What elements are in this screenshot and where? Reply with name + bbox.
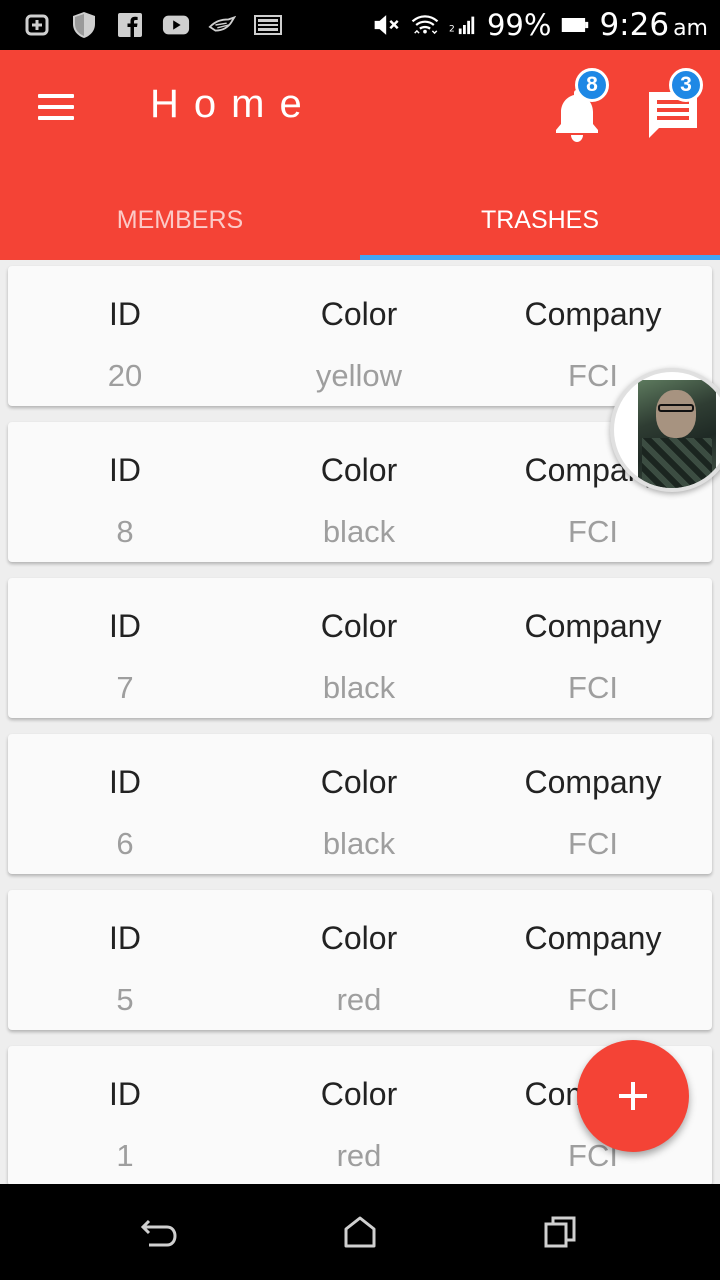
color-label: Color xyxy=(320,920,398,956)
back-button[interactable] xyxy=(131,1206,187,1258)
id-value: 8 xyxy=(116,514,134,549)
avatar-photo-body xyxy=(642,438,712,488)
clock-ampm: am xyxy=(673,16,708,41)
system-nav-bar xyxy=(0,1184,720,1280)
id-value: 1 xyxy=(116,1138,134,1173)
company-value: FCI xyxy=(568,514,618,549)
home-button[interactable] xyxy=(332,1206,388,1258)
image-icon xyxy=(254,11,282,39)
status-bar: 2 99% 9:26 am xyxy=(0,0,720,50)
company-label: Company xyxy=(524,920,662,956)
color-value: red xyxy=(336,982,382,1017)
svg-text:2: 2 xyxy=(449,24,455,34)
id-label: ID xyxy=(109,452,141,488)
hamburger-icon-line xyxy=(38,105,74,109)
id-label: ID xyxy=(109,608,141,644)
notifications-button[interactable]: 8 xyxy=(545,68,615,144)
color-value: black xyxy=(322,670,396,705)
status-bar-notifications xyxy=(0,11,282,39)
back-icon xyxy=(140,1219,177,1247)
mute-icon xyxy=(373,11,401,39)
company-value: FCI xyxy=(568,1138,618,1173)
avatar-photo xyxy=(638,380,716,488)
status-bar-system: 2 99% 9:26 am xyxy=(373,0,708,50)
id-column: ID 20 xyxy=(8,266,242,406)
shield-icon xyxy=(70,11,98,39)
company-column: Company FCI xyxy=(476,578,710,718)
messages-badge: 3 xyxy=(669,68,703,102)
company-label: Company xyxy=(524,764,662,800)
avatar-photo-glasses xyxy=(658,404,694,412)
company-column: Company FCI xyxy=(476,890,710,1030)
list-item[interactable]: ID 8 Color black Company FCI xyxy=(8,422,712,562)
id-value: 5 xyxy=(116,982,134,1017)
color-value: yellow xyxy=(315,358,403,393)
color-label: Color xyxy=(320,452,398,488)
company-column: Company FCI xyxy=(476,734,710,874)
company-value: FCI xyxy=(568,670,618,705)
list-item[interactable]: ID 5 Color red Company FCI xyxy=(8,890,712,1030)
battery-icon xyxy=(561,11,589,39)
color-value: black xyxy=(322,826,396,861)
id-column: ID 6 xyxy=(8,734,242,874)
id-column: ID 7 xyxy=(8,578,242,718)
color-value: red xyxy=(336,1138,382,1173)
id-value: 7 xyxy=(116,670,134,705)
company-label: Company xyxy=(524,296,662,332)
company-label: Company xyxy=(524,608,662,644)
color-label: Color xyxy=(320,764,398,800)
avatar-photo-face xyxy=(656,390,696,438)
id-value: 20 xyxy=(107,358,143,393)
color-column: Color red xyxy=(242,1046,476,1184)
tab-members[interactable]: MEMBERS xyxy=(0,180,360,260)
recents-button[interactable] xyxy=(532,1206,588,1258)
wifi-icon xyxy=(411,11,439,39)
add-box-icon xyxy=(24,11,52,39)
id-label: ID xyxy=(109,920,141,956)
facebook-icon xyxy=(116,11,144,39)
battery-percent: 99% xyxy=(486,8,552,42)
hamburger-icon-line xyxy=(38,94,74,98)
color-column: Color red xyxy=(242,890,476,1030)
color-label: Color xyxy=(320,296,398,332)
color-label: Color xyxy=(320,1076,398,1112)
recents-icon xyxy=(544,1216,576,1248)
id-column: ID 1 xyxy=(8,1046,242,1184)
clock: 9:26 am xyxy=(599,7,708,43)
menu-button[interactable] xyxy=(24,80,88,134)
id-label: ID xyxy=(109,296,141,332)
bird-icon xyxy=(208,11,236,39)
id-column: ID 8 xyxy=(8,422,242,562)
messages-button[interactable]: 3 xyxy=(637,68,707,144)
color-value: black xyxy=(322,514,396,549)
color-column: Color black xyxy=(242,422,476,562)
id-value: 6 xyxy=(116,826,134,861)
home-icon xyxy=(344,1216,376,1248)
list-item[interactable]: ID 6 Color black Company FCI xyxy=(8,734,712,874)
app-bar: Home 8 3 MEMBERS TRASHES xyxy=(0,50,720,260)
tab-trashes[interactable]: TRASHES xyxy=(360,180,720,260)
id-label: ID xyxy=(109,1076,141,1112)
color-column: Color yellow xyxy=(242,266,476,406)
color-column: Color black xyxy=(242,734,476,874)
list-item[interactable]: ID 7 Color black Company FCI xyxy=(8,578,712,718)
plus-icon xyxy=(619,1082,647,1110)
page-title: Home xyxy=(150,82,317,126)
clock-time: 9:26 xyxy=(599,7,670,43)
tab-bar: MEMBERS TRASHES xyxy=(0,180,720,260)
color-label: Color xyxy=(320,608,398,644)
list-item[interactable]: ID 20 Color yellow Company FCI xyxy=(8,266,712,406)
signal-icon: 2 xyxy=(449,11,477,39)
company-value: FCI xyxy=(568,982,618,1017)
youtube-icon xyxy=(162,11,190,39)
add-button[interactable] xyxy=(577,1040,689,1152)
company-value: FCI xyxy=(568,826,618,861)
color-column: Color black xyxy=(242,578,476,718)
id-label: ID xyxy=(109,764,141,800)
id-column: ID 5 xyxy=(8,890,242,1030)
notifications-badge: 8 xyxy=(575,68,609,102)
hamburger-icon-line xyxy=(38,116,74,120)
